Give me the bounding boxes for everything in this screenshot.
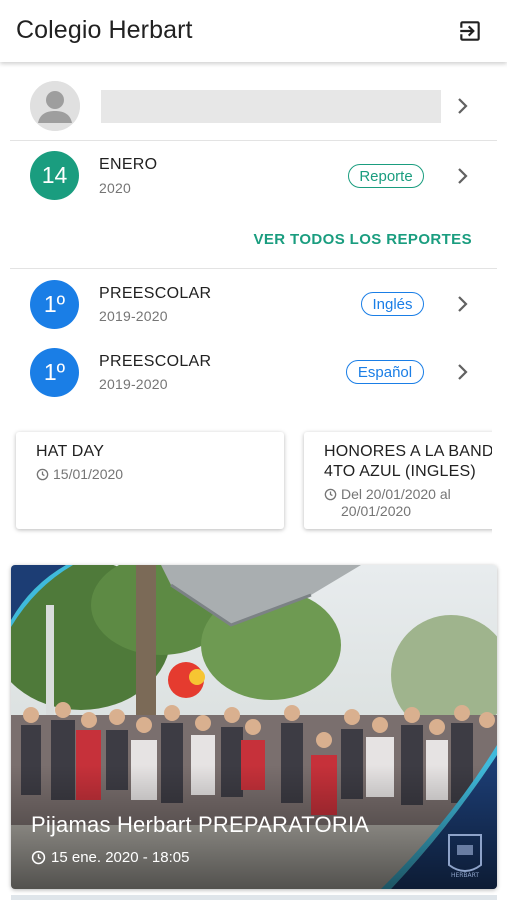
report-year: 2020 [99,180,131,196]
event-title: HAT DAY [36,443,105,460]
event-card[interactable]: HONORES A LA BAND 4TO AZUL (INGLES) Del … [304,432,492,529]
event-card[interactable]: HAT DAY 15/01/2020 [16,432,284,529]
view-all-reports-link[interactable]: VER TODOS LOS REPORTES [253,231,472,248]
news-title: Pijamas Herbart PREPARATORIA [31,812,370,837]
clock-icon [31,850,46,865]
chevron-right-icon [458,296,468,312]
events-carousel[interactable]: HAT DAY 15/01/2020 HONORES A LA BAND 4TO… [0,424,492,540]
school-logo-text: HERBART [451,872,479,879]
chevron-right-icon [458,364,468,380]
news-card[interactable]: HERBART Pijamas Herbart PREPARATORIA 15 … [11,565,497,889]
group-grade-circle: 1º [30,348,79,397]
language-badge-spanish: Español [346,360,424,384]
report-day-circle: 14 [30,151,79,200]
news-photo: HERBART [11,565,497,889]
group-period: 2019-2020 [99,376,168,392]
person-avatar-icon [30,81,80,131]
chevron-right-icon [458,98,468,114]
group-grade-circle: 1º [30,280,79,329]
event-date: 15/01/2020 [36,466,264,483]
event-date-text: Del 20/01/2020 al 20/01/2020 [341,486,451,519]
news-date: 15 ene. 2020 - 18:05 [31,849,189,866]
clock-icon [324,488,337,501]
group-period: 2019-2020 [99,308,168,324]
event-date: Del 20/01/2020 al 20/01/2020 [324,486,484,520]
divider [10,268,497,269]
profile-name-placeholder [101,90,441,123]
language-badge-english: Inglés [361,292,424,316]
event-title: HONORES A LA BAND 4TO AZUL (INGLES) [324,443,492,480]
app-title: Colegio Herbart [16,16,193,44]
report-month: ENERO [99,156,158,173]
news-date-text: 15 ene. 2020 - 18:05 [51,849,190,866]
group-level: PREESCOLAR [99,353,212,370]
logout-icon [460,21,480,41]
logout-button[interactable] [455,16,485,46]
clock-icon [36,468,49,481]
app-bar: Colegio Herbart [0,0,507,62]
group-level: PREESCOLAR [99,285,212,302]
report-badge: Reporte [348,164,424,188]
next-news-card-peek [11,895,497,900]
chevron-right-icon [458,168,468,184]
event-date-text: 15/01/2020 [53,466,124,482]
